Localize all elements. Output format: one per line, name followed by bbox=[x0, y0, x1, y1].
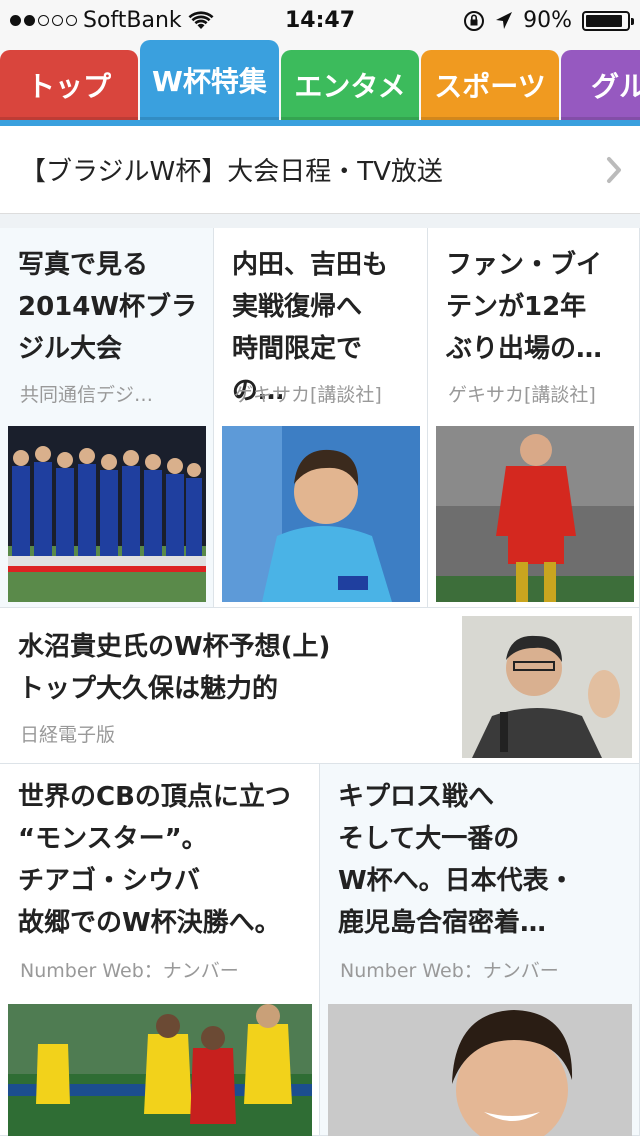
article-card[interactable]: 世界のCBの頂点に立つ “モンスター”。 チアゴ・シウバ 故郷でのW杯決勝へ。 … bbox=[0, 764, 320, 1136]
title-line: 内田、吉田も bbox=[232, 250, 389, 280]
tab-label: W杯特集 bbox=[152, 65, 267, 98]
article-source: Number Web：ナンバー bbox=[20, 960, 239, 982]
article-thumbnail[interactable] bbox=[8, 426, 206, 602]
article-thumbnail[interactable] bbox=[222, 426, 420, 602]
section-divider bbox=[0, 214, 640, 228]
orientation-lock-icon bbox=[464, 10, 485, 31]
title-line: そして大一番の bbox=[338, 824, 520, 854]
article-card[interactable]: キプロス戦へ そして大一番の W杯へ。日本代表・ 鹿児島合宿密着… Number… bbox=[320, 764, 640, 1136]
battery-fill bbox=[586, 14, 622, 27]
article-card[interactable]: 写真で見る 2014W杯ブラ ジル大会 共同通信デジ… bbox=[0, 228, 214, 608]
brazil-match-photo bbox=[8, 1004, 312, 1136]
tab-top[interactable]: トップ bbox=[0, 50, 138, 120]
article-source: Number Web：ナンバー bbox=[340, 960, 559, 982]
category-tabs: トップ W杯特集 エンタメ スポーツ グル bbox=[0, 40, 640, 126]
article-source: ゲキサカ[講談社] bbox=[234, 384, 382, 406]
title-line: ファン・ブイ bbox=[446, 250, 603, 280]
article-title: キプロス戦へ そして大一番の W杯へ。日本代表・ 鹿児島合宿密着… bbox=[338, 776, 628, 944]
tab-entertainment[interactable]: エンタメ bbox=[281, 50, 419, 120]
title-line: 水沼貴史氏のW杯予想(上) bbox=[18, 632, 331, 662]
title-line: 実戦復帰へ bbox=[232, 292, 363, 322]
article-source: 日経電子版 bbox=[20, 724, 116, 746]
article-card[interactable]: 水沼貴史氏のW杯予想(上) トップ大久保は魅力的 日経電子版 bbox=[0, 608, 640, 764]
article-title: ファン・ブイ テンが12年 ぶり出場の… bbox=[446, 244, 626, 370]
speaker-photo bbox=[462, 616, 632, 758]
title-line: トップ大久保は魅力的 bbox=[18, 674, 279, 704]
tab-label: スポーツ bbox=[434, 70, 546, 103]
tab-label: エンタメ bbox=[294, 70, 406, 103]
battery-percent: 90% bbox=[523, 8, 572, 33]
article-card[interactable]: 内田、吉田も 実戦復帰へ 時間限定での… ゲキサカ[講談社] bbox=[214, 228, 428, 608]
status-right: 90% bbox=[463, 8, 634, 33]
article-thumbnail[interactable] bbox=[462, 616, 632, 758]
title-line: ぶり出場の… bbox=[446, 334, 603, 364]
uchida-portrait-photo bbox=[328, 1004, 632, 1136]
belgium-player-photo bbox=[436, 426, 634, 602]
title-line: 故郷でのW杯決勝へ。 bbox=[18, 908, 281, 938]
tab-gourmet[interactable]: グル bbox=[561, 50, 640, 120]
title-line: テンが12年 bbox=[446, 292, 587, 322]
title-line: 世界のCBの頂点に立つ bbox=[18, 782, 291, 812]
location-arrow-icon bbox=[496, 11, 513, 29]
article-title: 水沼貴史氏のW杯予想(上) トップ大久保は魅力的 bbox=[18, 626, 448, 710]
chevron-right-icon bbox=[607, 157, 621, 183]
world-cup-schedule-link[interactable]: 【ブラジルW杯】大会日程・TV放送 bbox=[0, 126, 640, 214]
tab-label: トップ bbox=[26, 70, 111, 103]
article-source: 共同通信デジ… bbox=[20, 384, 154, 406]
article-card[interactable]: ファン・ブイ テンが12年 ぶり出場の… ゲキサカ[講談社] bbox=[428, 228, 640, 608]
title-line: “モンスター”。 bbox=[18, 824, 208, 854]
tab-label: グル bbox=[591, 70, 640, 103]
title-line: キプロス戦へ bbox=[338, 782, 495, 812]
article-thumbnail[interactable] bbox=[8, 1004, 312, 1136]
japan-team-photo bbox=[8, 426, 206, 602]
article-title: 世界のCBの頂点に立つ “モンスター”。 チアゴ・シウバ 故郷でのW杯決勝へ。 bbox=[18, 776, 308, 944]
article-title: 写真で見る 2014W杯ブラ ジル大会 bbox=[18, 244, 198, 370]
article-thumbnail[interactable] bbox=[328, 1004, 632, 1136]
player-smiling-photo bbox=[222, 426, 420, 602]
title-line: 鹿児島合宿密着… bbox=[338, 908, 547, 938]
title-line: W杯へ。日本代表・ bbox=[338, 866, 575, 896]
title-line: 写真で見る bbox=[18, 250, 149, 280]
section-header-title: 【ブラジルW杯】大会日程・TV放送 bbox=[20, 157, 443, 187]
title-line: 2014W杯ブラ bbox=[18, 292, 198, 322]
article-source: ゲキサカ[講談社] bbox=[448, 384, 596, 406]
tab-sports[interactable]: スポーツ bbox=[421, 50, 559, 120]
tab-world-cup[interactable]: W杯特集 bbox=[140, 40, 279, 120]
status-bar: SoftBank 14:47 90% bbox=[0, 0, 640, 40]
article-thumbnail[interactable] bbox=[436, 426, 634, 602]
battery-icon bbox=[582, 10, 634, 31]
title-line: ジル大会 bbox=[18, 334, 123, 364]
title-line: チアゴ・シウバ bbox=[18, 866, 201, 896]
